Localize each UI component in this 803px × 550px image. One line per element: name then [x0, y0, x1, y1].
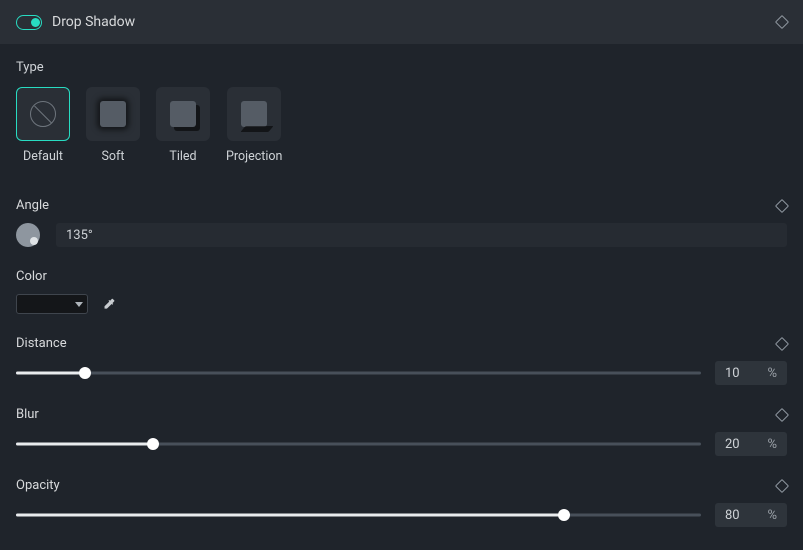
type-option-tiled[interactable]: Tiled: [156, 87, 210, 164]
toggle-knob-icon: [31, 18, 40, 27]
angle-row: Angle 135°: [16, 198, 787, 247]
type-option-projection[interactable]: Projection: [226, 87, 282, 164]
distance-value: 10: [725, 366, 740, 381]
blur-slider[interactable]: [16, 437, 701, 451]
blur-input[interactable]: 20 %: [715, 432, 787, 456]
type-swatch-projection-icon: [227, 87, 281, 141]
angle-label: Angle: [16, 198, 49, 213]
eyedropper-icon[interactable]: [102, 297, 116, 311]
type-option-soft[interactable]: Soft: [86, 87, 140, 164]
blur-unit: %: [767, 437, 777, 452]
keyframe-icon[interactable]: [775, 336, 789, 350]
panel-header: Drop Shadow: [0, 0, 803, 44]
panel-title: Drop Shadow: [52, 14, 135, 30]
opacity-slider[interactable]: [16, 508, 701, 522]
color-row: Color: [16, 269, 787, 314]
opacity-input[interactable]: 80 %: [715, 503, 787, 527]
distance-label: Distance: [16, 336, 67, 351]
type-label: Type: [16, 60, 787, 75]
keyframe-icon[interactable]: [775, 198, 789, 212]
type-caption: Default: [23, 149, 63, 164]
angle-value: 135°: [66, 228, 93, 243]
type-swatch-default-icon: [16, 87, 70, 141]
opacity-label: Opacity: [16, 478, 60, 493]
color-swatch[interactable]: [16, 294, 88, 314]
type-caption: Soft: [102, 149, 125, 164]
distance-unit: %: [767, 366, 777, 381]
distance-slider[interactable]: [16, 366, 701, 380]
opacity-unit: %: [767, 508, 777, 523]
chevron-down-icon: [75, 302, 83, 307]
drop-shadow-toggle[interactable]: [16, 15, 42, 30]
type-options: Default Soft Tiled Projection: [16, 87, 787, 164]
type-swatch-tiled-icon: [156, 87, 210, 141]
angle-input[interactable]: 135°: [56, 223, 787, 247]
blur-label: Blur: [16, 407, 39, 422]
keyframe-icon[interactable]: [775, 15, 789, 29]
type-option-default[interactable]: Default: [16, 87, 70, 164]
color-label: Color: [16, 269, 47, 284]
keyframe-icon[interactable]: [775, 478, 789, 492]
angle-dial-indicator-icon: [30, 237, 38, 245]
type-swatch-soft-icon: [86, 87, 140, 141]
blur-row: Blur 20 %: [16, 407, 787, 456]
opacity-value: 80: [725, 508, 740, 523]
angle-dial[interactable]: [16, 223, 40, 247]
type-caption: Tiled: [169, 149, 196, 164]
distance-input[interactable]: 10 %: [715, 361, 787, 385]
type-caption: Projection: [226, 149, 282, 164]
blur-value: 20: [725, 437, 740, 452]
keyframe-icon[interactable]: [775, 407, 789, 421]
distance-row: Distance 10 %: [16, 336, 787, 385]
opacity-row: Opacity 80 %: [16, 478, 787, 527]
